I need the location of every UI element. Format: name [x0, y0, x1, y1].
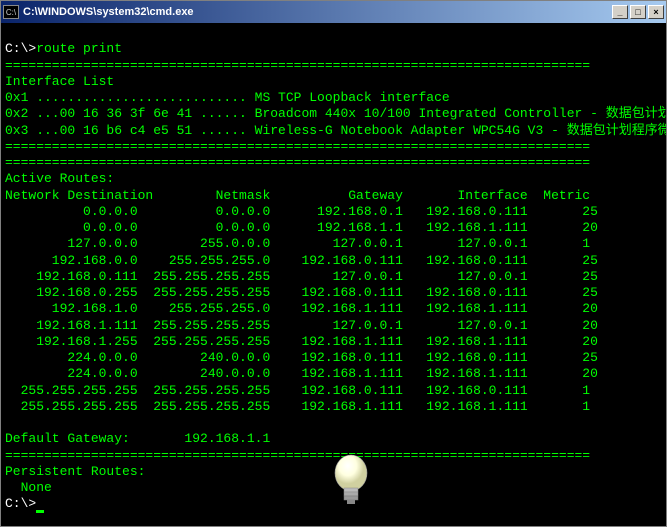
table-row: 255.255.255.255 255.255.255.255 192.168.…: [5, 383, 662, 399]
separator: ========================================…: [5, 448, 590, 463]
table-row: 0.0.0.0 0.0.0.0 192.168.1.1 192.168.1.11…: [5, 220, 662, 236]
titlebar[interactable]: C:\ C:\WINDOWS\system32\cmd.exe _ □ ×: [1, 1, 666, 23]
prompt-prefix: C:\>: [5, 496, 36, 511]
separator: ========================================…: [5, 155, 590, 170]
table-row: 127.0.0.0 255.0.0.0 127.0.0.1 127.0.0.1 …: [5, 236, 662, 252]
table-row: 192.168.1.255 255.255.255.255 192.168.1.…: [5, 334, 662, 350]
interface-line-3: 0x3 ...00 16 b6 c4 e5 51 ...... Wireless…: [5, 123, 666, 138]
table-row: 224.0.0.0 240.0.0.0 192.168.1.111 192.16…: [5, 366, 662, 382]
interface-line-2: 0x2 ...00 16 36 3f 6e 41 ...... Broadcom…: [5, 106, 666, 121]
separator: ========================================…: [5, 58, 590, 73]
cmd-icon: C:\: [3, 5, 19, 19]
table-row: 224.0.0.0 240.0.0.0 192.168.0.111 192.16…: [5, 350, 662, 366]
routes-header-row: Network Destination Netmask Gateway Inte…: [5, 188, 590, 203]
close-button[interactable]: ×: [648, 5, 664, 19]
persistent-routes-heading: Persistent Routes:: [5, 464, 145, 479]
default-gateway-line: Default Gateway: 192.168.1.1: [5, 431, 270, 446]
table-row: 192.168.0.111 255.255.255.255 127.0.0.1 …: [5, 269, 662, 285]
maximize-button[interactable]: □: [630, 5, 646, 19]
command-input: route print: [36, 41, 122, 56]
table-row: 192.168.0.255 255.255.255.255 192.168.0.…: [5, 285, 662, 301]
interface-list-heading: Interface List: [5, 74, 114, 89]
cursor: [36, 510, 44, 513]
cmd-window: C:\ C:\WINDOWS\system32\cmd.exe _ □ × C:…: [0, 0, 667, 527]
minimize-button[interactable]: _: [612, 5, 628, 19]
table-row: 192.168.0.0 255.255.255.0 192.168.0.111 …: [5, 253, 662, 269]
routes-table-body: 0.0.0.0 0.0.0.0 192.168.0.1 192.168.0.11…: [5, 204, 662, 415]
table-row: 255.255.255.255 255.255.255.255 192.168.…: [5, 399, 662, 415]
prompt-prefix: C:\>: [5, 41, 36, 56]
interface-line-1: 0x1 ........................... MS TCP L…: [5, 90, 450, 105]
terminal-output[interactable]: C:\>route print ========================…: [1, 23, 666, 526]
separator: ========================================…: [5, 139, 590, 154]
window-title: C:\WINDOWS\system32\cmd.exe: [23, 6, 612, 18]
table-row: 0.0.0.0 0.0.0.0 192.168.0.1 192.168.0.11…: [5, 204, 662, 220]
active-routes-heading: Active Routes:: [5, 171, 114, 186]
table-row: 192.168.1.111 255.255.255.255 127.0.0.1 …: [5, 318, 662, 334]
persistent-routes-none: None: [5, 480, 52, 495]
window-controls: _ □ ×: [612, 5, 664, 19]
table-row: 192.168.1.0 255.255.255.0 192.168.1.111 …: [5, 301, 662, 317]
